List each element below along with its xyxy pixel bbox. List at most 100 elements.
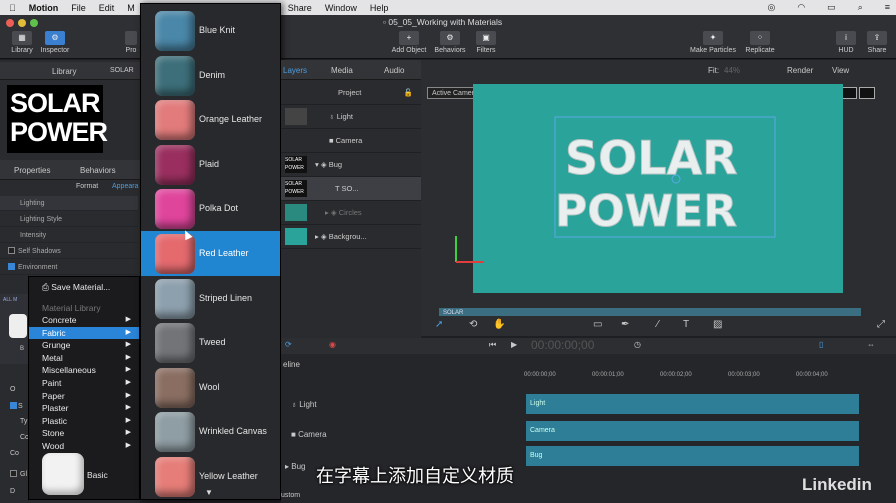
loop-icon[interactable]: ⟳ <box>285 340 292 349</box>
app-menu[interactable]: Motion <box>29 3 59 13</box>
replicate-button[interactable]: ⁘ Replicate <box>742 31 778 54</box>
zoom-value[interactable]: 44% <box>724 66 740 75</box>
material-item-red-leather[interactable]: Red Leather <box>141 231 280 276</box>
scroll-down-arrow-icon[interactable]: ▼ <box>205 488 213 497</box>
side-checkbox[interactable] <box>10 402 17 409</box>
layer-project[interactable]: Project 🔓 <box>281 81 421 105</box>
wifi-icon[interactable]: ◠ <box>797 2 805 13</box>
category-stone[interactable]: Stone ▶ <box>29 427 139 440</box>
format-label[interactable]: Format <box>76 183 98 190</box>
material-item-wool[interactable]: Wool <box>141 365 280 410</box>
skip-start-icon[interactable]: ⏮ <box>489 340 496 350</box>
y-axis-handle[interactable] <box>455 236 457 262</box>
category-plastic[interactable]: Plastic ▶ <box>29 415 139 428</box>
category-miscellaneous[interactable]: Miscellaneous ▶ <box>29 364 139 377</box>
environment-checkbox[interactable] <box>8 263 15 270</box>
side-row-s[interactable]: S <box>10 402 23 410</box>
layer-camera[interactable]: ■ Camera <box>281 129 421 153</box>
expand-icon[interactable]: ⤢ <box>877 319 885 330</box>
appearance-tab[interactable]: Appeara <box>112 183 138 190</box>
category-paper[interactable]: Paper ▶ <box>29 390 139 403</box>
zoom-button[interactable] <box>30 19 38 27</box>
basic-swatch[interactable] <box>42 453 84 495</box>
layer-circles[interactable]: ▸ ◈ Circles <box>281 201 421 225</box>
tab-behaviors[interactable]: Behaviors <box>80 166 116 175</box>
track-light[interactable]: Light <box>526 394 859 414</box>
category-wood[interactable]: Wood ▶ <box>29 440 139 453</box>
intensity-row[interactable]: Intensity <box>0 228 138 243</box>
material-item-plaid[interactable]: Plaid <box>141 142 280 187</box>
material-item-wrinkled-canvas[interactable]: Wrinkled Canvas <box>141 409 280 454</box>
environment-row[interactable]: Environment <box>0 260 138 275</box>
self-shadows-checkbox[interactable] <box>8 247 15 254</box>
timeline-ruler[interactable]: 00:00:00;00 00:00:01;00 00:00:02;00 00:0… <box>524 372 896 382</box>
menu-share[interactable]: Share <box>288 3 312 13</box>
add-object-button[interactable]: + Add Object <box>388 31 430 54</box>
menu-file[interactable]: File <box>71 3 86 13</box>
behaviors-button[interactable]: ⚙ Behaviors <box>432 31 468 54</box>
timecode-display[interactable]: 00:00:00;00 <box>531 338 594 352</box>
menu-list-icon[interactable]: ≡ <box>885 2 890 13</box>
pen-tool-icon[interactable]: ✒ <box>621 319 629 330</box>
pan-tool-icon[interactable]: ✋ <box>493 319 505 330</box>
dolly-icon[interactable] <box>859 87 875 99</box>
category-concrete[interactable]: Concrete ▶ <box>29 314 139 327</box>
filters-button[interactable]: ▣ Filters <box>472 31 500 54</box>
timeline-row-camera[interactable]: ■ Camera <box>291 430 496 454</box>
shape-tool-icon[interactable]: ▭ <box>593 319 602 330</box>
self-shadows-row[interactable]: Self Shadows <box>0 244 138 259</box>
disclosure-right-icon[interactable]: ▸ <box>325 208 329 217</box>
menu-edit[interactable]: Edit <box>99 3 115 13</box>
tab-library[interactable]: Library <box>52 67 76 76</box>
category-metal[interactable]: Metal ▶ <box>29 352 139 365</box>
canvas-viewport[interactable]: SOLAR POWER <box>473 84 843 293</box>
paint-tool-icon[interactable]: ⁄ <box>657 319 659 330</box>
timeline-toggle-icon[interactable]: ▯ <box>819 340 823 349</box>
tab-partial[interactable]: SOLAR <box>110 67 134 74</box>
disclosure-down-icon[interactable]: ▾ <box>315 160 319 169</box>
timecode-mode-icon[interactable]: ◷ <box>634 340 641 349</box>
share-button[interactable]: ⇪ Share <box>864 31 890 54</box>
menu-window[interactable]: Window <box>325 3 357 13</box>
category-plaster[interactable]: Plaster ▶ <box>29 402 139 415</box>
record-icon[interactable]: ◉ <box>329 340 336 349</box>
lighting-row[interactable]: Lighting <box>0 196 138 211</box>
inspector-button[interactable]: ⚙ Inspector <box>38 31 72 54</box>
disclosure-right-icon[interactable]: ▸ <box>315 232 319 241</box>
project-button[interactable]: Pro <box>124 31 138 54</box>
category-fabric[interactable]: Fabric ▶ <box>29 326 139 340</box>
side-row-gl[interactable]: Gl <box>10 470 27 478</box>
side-checkbox-gl[interactable] <box>10 470 17 477</box>
layer-so[interactable]: SOLAR POWER T SO... <box>281 177 421 201</box>
battery-icon[interactable]: ▭ <box>827 2 836 13</box>
tab-audio[interactable]: Audio <box>384 66 404 75</box>
library-thumbnail[interactable]: SOLAR POWER <box>7 85 108 153</box>
creative-cloud-icon[interactable]: ◎ <box>767 2 775 13</box>
menu-help[interactable]: Help <box>370 3 389 13</box>
tab-layers[interactable]: Layers <box>283 66 307 75</box>
hud-button[interactable]: i HUD <box>834 31 858 54</box>
tab-properties[interactable]: Properties <box>14 166 50 175</box>
zoom-slider-icon[interactable]: ⇔ <box>867 340 875 349</box>
material-item-polka-dot[interactable]: Polka Dot <box>141 186 280 231</box>
disclosure-right-icon[interactable]: ▸ <box>285 462 289 471</box>
material-item-denim[interactable]: Denim <box>141 53 280 98</box>
minimize-button[interactable] <box>18 19 26 27</box>
close-button[interactable] <box>6 19 14 27</box>
play-icon[interactable]: ▶ <box>511 340 517 349</box>
adjust-tool-icon[interactable]: ⟲ <box>469 319 477 330</box>
material-item-blue-knit[interactable]: Blue Knit <box>141 8 280 53</box>
category-grunge[interactable]: Grunge ▶ <box>29 339 139 352</box>
timeline-row-light[interactable]: ♁ Light <box>291 400 496 424</box>
category-paint[interactable]: Paint ▶ <box>29 377 139 390</box>
x-axis-handle[interactable] <box>456 261 484 263</box>
menu-mark[interactable]: M <box>127 3 135 13</box>
text-tool-icon[interactable]: T <box>683 319 689 330</box>
tab-media[interactable]: Media <box>331 66 353 75</box>
layer-bug[interactable]: SOLAR POWER ▾ ◈ Bug <box>281 153 421 177</box>
save-material-item[interactable]: ⎙ Save Material... <box>29 281 139 294</box>
track-camera[interactable]: Camera <box>526 421 859 441</box>
layer-light[interactable]: ♁ Light <box>281 105 421 129</box>
mask-tool-icon[interactable]: ▨ <box>713 319 722 330</box>
layer-background[interactable]: ▸ ◈ Backgrou... <box>281 225 421 249</box>
